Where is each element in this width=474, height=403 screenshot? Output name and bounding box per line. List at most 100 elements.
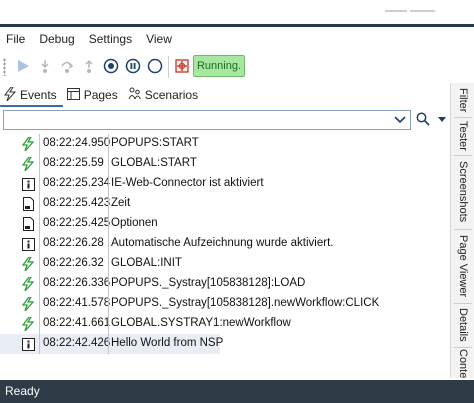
column-divider — [108, 194, 109, 214]
side-tab-tester-label: Tester — [457, 121, 469, 151]
column-divider — [39, 234, 40, 254]
scenarios-icon — [128, 87, 145, 103]
stop-icon[interactable] — [145, 56, 165, 76]
target-icon[interactable] — [172, 56, 192, 76]
search-options-caret-icon[interactable] — [437, 112, 447, 128]
column-divider — [108, 334, 109, 354]
column-divider — [108, 134, 109, 154]
side-tab-screenshots[interactable]: Screenshots — [451, 157, 474, 227]
event-row[interactable]: 08:22:26.32 GLOBAL:INIT — [0, 254, 450, 274]
column-divider — [108, 314, 109, 334]
column-divider — [108, 234, 109, 254]
page-icon — [66, 87, 84, 103]
toolbar-separator — [168, 56, 169, 78]
lightning-icon — [21, 317, 35, 331]
tab-pages-label: Pages — [83, 88, 118, 102]
event-row[interactable]: 08:22:24.950 POPUPS:START — [0, 134, 450, 154]
tab-pages[interactable]: Pages — [63, 85, 124, 105]
event-message: Hello World from NSP — [111, 337, 224, 349]
running-status-button[interactable]: Running. — [193, 55, 245, 77]
side-tab-divider — [454, 347, 472, 348]
menu-file[interactable]: File — [0, 30, 32, 50]
panel-tabs: Events Pages Scenarios — [0, 85, 450, 107]
info-icon — [21, 237, 35, 251]
event-time: 08:22:24.950 — [43, 137, 111, 149]
lightning-icon — [21, 277, 35, 291]
event-row[interactable]: 08:22:25.425 Optionen — [0, 214, 450, 234]
event-row-selected[interactable]: 08:22:42.426 Hello World from NSP — [0, 334, 224, 354]
event-row[interactable]: 08:22:25.234 IE-Web-Connector ist aktivi… — [0, 174, 450, 194]
record-icon[interactable] — [101, 56, 121, 76]
event-message: POPUPS._Systray[105838128]:LOAD — [111, 277, 306, 289]
window-top-strip — [0, 0, 474, 24]
lightning-icon — [4, 86, 20, 104]
step-out-icon[interactable] — [79, 56, 99, 76]
info-icon — [21, 177, 35, 191]
column-divider — [39, 134, 40, 154]
column-divider — [39, 194, 40, 214]
lightning-icon — [21, 297, 35, 311]
tab-events[interactable]: Events — [0, 85, 63, 107]
event-row[interactable]: 08:22:26.336 POPUPS._Systray[105838128]:… — [0, 274, 450, 294]
menu-bar: File Debug Settings View — [0, 30, 179, 50]
menu-settings[interactable]: Settings — [82, 30, 139, 50]
lightning-icon — [21, 257, 35, 271]
tab-events-label: Events — [20, 88, 57, 102]
event-filter-combobox[interactable] — [3, 110, 411, 130]
event-time: 08:22:25.59 — [43, 157, 104, 169]
column-divider — [39, 174, 40, 194]
status-text: Ready — [5, 384, 40, 398]
side-tab-details[interactable]: Details — [451, 305, 474, 345]
step-into-icon[interactable] — [35, 56, 55, 76]
event-message: POPUPS:START — [111, 137, 199, 149]
event-message: Automatische Aufzeichnung wurde aktivier… — [111, 237, 334, 249]
column-divider — [39, 294, 40, 314]
tab-scenarios[interactable]: Scenarios — [124, 85, 204, 105]
events-list: 08:22:24.950 POPUPS:START 08:22:25.59 GL… — [0, 134, 450, 360]
column-divider — [108, 174, 109, 194]
side-tab-page-viewer[interactable]: Page Viewer — [451, 231, 474, 301]
side-tab-conte-label: Conte — [457, 349, 469, 378]
chevron-down-icon[interactable] — [392, 112, 408, 128]
event-row[interactable]: 08:22:26.28 Automatische Aufzeichnung wu… — [0, 234, 450, 254]
lightning-icon — [21, 137, 35, 151]
tab-scenarios-label: Scenarios — [144, 88, 199, 102]
side-tab-divider — [454, 155, 472, 156]
event-message: POPUPS._Systray[105838128].newWorkflow:C… — [111, 297, 380, 309]
event-time: 08:22:25.234 — [43, 177, 111, 189]
toolbar-grip[interactable] — [3, 58, 6, 76]
event-row[interactable]: 08:22:41.661 GLOBAL.SYSTRAY1:newWorkflow — [0, 314, 450, 334]
event-row[interactable]: 08:22:41.578 POPUPS._Systray[105838128].… — [0, 294, 450, 314]
page-icon — [21, 197, 35, 211]
column-divider — [39, 334, 40, 354]
event-row[interactable]: 08:22:25.59 GLOBAL:START — [0, 154, 450, 174]
side-tab-filter-label: Filter — [457, 87, 469, 113]
column-divider — [39, 154, 40, 174]
event-row[interactable]: 08:22:25.423 Zeit — [0, 194, 450, 214]
step-over-icon[interactable] — [57, 56, 77, 76]
column-divider — [108, 154, 109, 174]
side-tab-filter[interactable]: Filter — [451, 85, 474, 115]
side-tab-screenshots-label: Screenshots — [457, 161, 469, 223]
column-divider — [39, 254, 40, 274]
event-message: GLOBAL:INIT — [111, 257, 182, 269]
column-divider — [108, 274, 109, 294]
side-tab-page-viewer-label: Page Viewer — [457, 234, 469, 298]
status-bar: Ready — [0, 380, 474, 403]
event-message: IE-Web-Connector ist aktiviert — [111, 177, 264, 189]
column-divider — [108, 294, 109, 314]
side-tab-tester[interactable]: Tester — [451, 119, 474, 153]
zoom-level-label: x 1,0 — [442, 4, 469, 18]
search-icon[interactable] — [414, 110, 432, 128]
zoom-slider-track[interactable] — [385, 10, 435, 12]
event-time: 08:22:25.425 — [43, 217, 111, 229]
zoom-slider-thumb[interactable] — [407, 4, 410, 18]
event-time: 08:22:41.578 — [43, 297, 111, 309]
play-icon[interactable] — [13, 56, 33, 76]
column-divider — [39, 314, 40, 334]
side-tab-conte[interactable]: Conte — [451, 349, 474, 378]
menu-view[interactable]: View — [139, 30, 179, 50]
menu-debug[interactable]: Debug — [32, 30, 81, 50]
event-time: 08:22:41.661 — [43, 317, 111, 329]
pause-icon[interactable] — [123, 56, 143, 76]
